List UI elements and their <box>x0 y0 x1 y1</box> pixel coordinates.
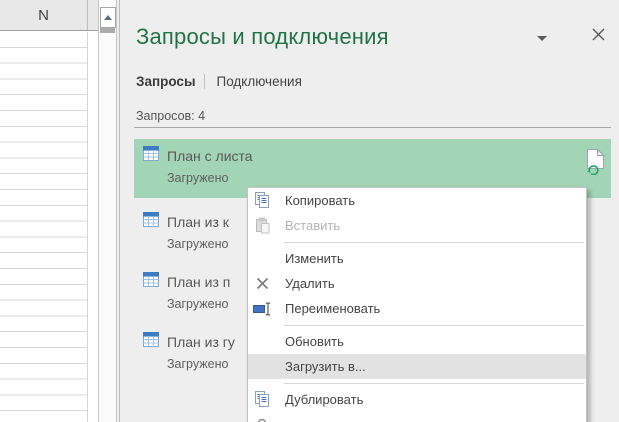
table-icon <box>143 272 159 292</box>
excel-window: N Запросы и подключения Запросы Подключе… <box>0 0 619 422</box>
query-name: План из гу <box>167 334 235 350</box>
menu-item-label: Изменить <box>285 251 344 266</box>
menu-item-label: Удалить <box>285 276 335 291</box>
cells-area[interactable] <box>0 32 88 422</box>
tab-separator <box>204 74 206 89</box>
separator-line <box>284 241 584 243</box>
menu-item-copy[interactable]: Копировать <box>248 188 586 213</box>
pane-options-button[interactable] <box>529 30 555 46</box>
separator-line <box>284 382 584 384</box>
query-name: План с листа <box>167 148 253 164</box>
menu-separator <box>248 238 586 246</box>
query-name: План из п <box>167 274 231 290</box>
pane-close-button[interactable] <box>587 26 609 48</box>
pane-tabs: Запросы Подключения <box>136 74 302 89</box>
menu-separator <box>248 321 586 329</box>
menu-item-rename[interactable]: Переименовать <box>248 296 586 321</box>
query-name: План из к <box>167 214 229 230</box>
blank-icon-slot <box>252 358 272 376</box>
menu-item-label: Переименовать <box>285 301 381 316</box>
column-header-row: N <box>0 0 98 31</box>
table-icon <box>143 212 159 232</box>
tab-connections[interactable]: Подключения <box>216 74 301 89</box>
scrollbar-thumb[interactable] <box>100 28 115 33</box>
query-count-label: Запросов: 4 <box>136 109 206 123</box>
column-header-n[interactable]: N <box>0 0 88 30</box>
menu-item-label: Обновить <box>285 334 344 349</box>
menu-item-edit[interactable]: Изменить <box>248 246 586 271</box>
delete-x-icon <box>252 275 272 293</box>
vertical-scrollbar[interactable] <box>98 0 117 422</box>
scroll-up-icon <box>104 15 112 20</box>
tab-queries[interactable]: Запросы <box>136 74 195 89</box>
menu-separator <box>248 379 586 387</box>
copy-icon <box>252 391 272 409</box>
rename-icon <box>252 300 272 318</box>
copy-icon <box>252 192 272 210</box>
menu-item-label: Вставить <box>285 218 341 233</box>
blank-icon-slot <box>252 333 272 351</box>
paperclip-icon <box>252 416 272 422</box>
close-icon <box>592 28 605 46</box>
table-icon <box>143 146 159 166</box>
menu-item-label: Загрузить в... <box>285 359 366 374</box>
menu-item-delete[interactable]: Удалить <box>248 271 586 296</box>
menu-item-label: Дублировать <box>285 392 364 407</box>
query-context-menu: Копировать Вставить Изменить Удалить Пер… <box>247 187 587 422</box>
query-status: Загружено <box>167 171 229 185</box>
doc-refresh-icon <box>585 148 606 180</box>
table-icon <box>143 332 159 352</box>
list-top-separator <box>134 127 611 128</box>
query-row-main: План с листа <box>134 139 611 166</box>
blank-icon-slot <box>252 250 272 268</box>
scroll-up-button[interactable] <box>100 7 116 28</box>
separator-line <box>284 324 584 326</box>
menu-item-refresh[interactable]: Обновить <box>248 329 586 354</box>
menu-item-paste[interactable]: Вставить <box>248 213 586 238</box>
paste-icon <box>252 217 272 235</box>
worksheet-grid[interactable]: N <box>0 0 98 422</box>
menu-item-reference-partial[interactable] <box>248 412 586 422</box>
pane-title: Запросы и подключения <box>136 24 389 49</box>
chevron-down-icon <box>537 35 547 41</box>
menu-item-duplicate[interactable]: Дублировать <box>248 387 586 412</box>
menu-item-label: Копировать <box>285 193 355 208</box>
menu-item-load-to[interactable]: Загрузить в... <box>248 354 586 379</box>
